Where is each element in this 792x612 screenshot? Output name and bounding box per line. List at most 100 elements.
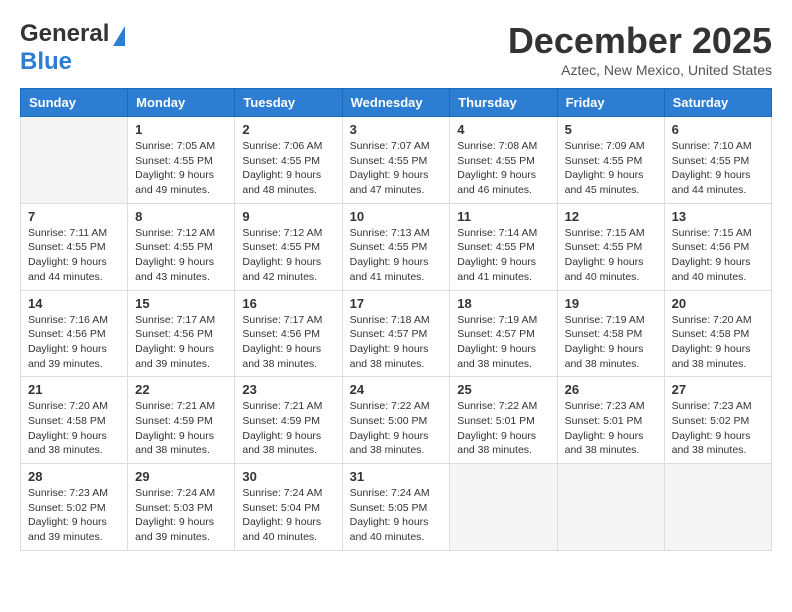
weekday-header-row: Sunday Monday Tuesday Wednesday Thursday… [21,89,772,117]
sunrise-text: Sunrise: 7:22 AM [457,400,537,412]
day-number: 8 [135,209,227,224]
calendar-cell: 21 Sunrise: 7:20 AMSunset: 4:58 PMDayligh… [21,377,128,464]
sunset-text: Sunset: 4:55 PM [28,241,106,253]
calendar-cell: 23Sunrise: 7:21 AMSunset: 4:59 PMDayligh… [235,377,342,464]
sunset-text: Sunset: 5:04 PM [242,502,320,514]
calendar-cell: 31Sunrise: 7:24 AMSunset: 5:05 PMDayligh… [342,464,450,551]
daylight-text: Daylight: 9 hours and 40 minutes. [350,516,429,543]
day-info: Sunrise: 7:21 AMSunset: 4:59 PMDaylight:… [242,399,334,458]
daylight-text: Daylight: 9 hours and 42 minutes. [242,256,321,283]
day-number: 13 [672,209,764,224]
sunrise-text: Sunrise: 7:17 AM [242,314,322,326]
calendar-cell: 6Sunrise: 7:10 AMSunset: 4:55 PMDaylight… [664,117,771,204]
daylight-text: Daylight: 9 hours and 38 minutes. [565,343,644,370]
sunrise-text: Sunrise: 7:13 AM [350,227,430,239]
sunrise-text: Sunrise: 7:09 AM [565,140,645,152]
day-info: Sunrise: 7:19 AMSunset: 4:58 PMDaylight:… [565,313,657,372]
day-info: Sunrise: 7:23 AMSunset: 5:02 PMDaylight:… [28,486,120,545]
day-number: 11 [457,209,549,224]
sunset-text: Sunset: 5:03 PM [135,502,213,514]
day-info: Sunrise: 7:23 AMSunset: 5:02 PMDaylight:… [672,399,764,458]
day-number: 5 [565,122,657,137]
calendar-cell: 8Sunrise: 7:12 AMSunset: 4:55 PMDaylight… [128,203,235,290]
month-title: December 2025 [508,20,772,62]
calendar-cell: 5Sunrise: 7:09 AMSunset: 4:55 PMDaylight… [557,117,664,204]
sunrise-text: Sunrise: 7:21 AM [242,400,322,412]
sunset-text: Sunset: 4:59 PM [242,415,320,427]
calendar-cell: 19Sunrise: 7:19 AMSunset: 4:58 PMDayligh… [557,290,664,377]
day-info: Sunrise: 7:15 AMSunset: 4:56 PMDaylight:… [672,226,764,285]
sunrise-text: Sunrise: 7:11 AM [28,227,107,239]
sunrise-text: Sunrise: 7:24 AM [242,487,322,499]
calendar-cell: 24Sunrise: 7:22 AMSunset: 5:00 PMDayligh… [342,377,450,464]
daylight-text: Daylight: 9 hours and 38 minutes. [135,430,214,457]
calendar-table: Sunday Monday Tuesday Wednesday Thursday… [20,88,772,551]
daylight-text: Daylight: 9 hours and 39 minutes. [135,516,214,543]
day-info: Sunrise: 7:05 AMSunset: 4:55 PMDaylight:… [135,139,227,198]
day-info: Sunrise: 7:09 AMSunset: 4:55 PMDaylight:… [565,139,657,198]
day-number: 27 [672,382,764,397]
sunset-text: Sunset: 4:55 PM [242,155,320,167]
daylight-text: Daylight: 9 hours and 39 minutes. [28,343,107,370]
sunset-text: Sunset: 4:55 PM [135,241,213,253]
daylight-text: Daylight: 9 hours and 40 minutes. [672,256,751,283]
day-number: 21 [28,382,120,397]
daylight-text: Daylight: 9 hours and 38 minutes. [457,343,536,370]
day-info: Sunrise: 7:23 AMSunset: 5:01 PMDaylight:… [565,399,657,458]
sunrise-text: Sunrise: 7:12 AM [242,227,322,239]
header-sunday: Sunday [21,89,128,117]
calendar-cell: 14Sunrise: 7:16 AMSunset: 4:56 PMDayligh… [21,290,128,377]
sunrise-text: Sunrise: 7:24 AM [350,487,430,499]
sunrise-text: Sunrise: 7:05 AM [135,140,215,152]
calendar-cell: 20Sunrise: 7:20 AMSunset: 4:58 PMDayligh… [664,290,771,377]
sunrise-text: Sunrise: 7:23 AM [565,400,645,412]
logo-blue-text: Blue [20,48,72,76]
sunrise-text: Sunrise: 7:19 AM [565,314,645,326]
day-info: Sunrise: 7:22 AMSunset: 5:01 PMDaylight:… [457,399,549,458]
sunset-text: Sunset: 5:02 PM [28,502,106,514]
calendar-cell: 28Sunrise: 7:23 AMSunset: 5:02 PMDayligh… [21,464,128,551]
sunset-text: Sunset: 4:55 PM [565,155,643,167]
day-number: 22 [135,382,227,397]
day-info: Sunrise: 7:16 AMSunset: 4:56 PMDaylight:… [28,313,120,372]
daylight-text: Daylight: 9 hours and 44 minutes. [28,256,107,283]
day-number: 30 [242,469,334,484]
sunset-text: Sunset: 4:56 PM [672,241,750,253]
day-number: 9 [242,209,334,224]
sunset-text: Sunset: 5:01 PM [457,415,535,427]
day-info: Sunrise: 7:17 AMSunset: 4:56 PMDaylight:… [242,313,334,372]
sunset-text: Sunset: 5:01 PM [565,415,643,427]
calendar-cell: 10Sunrise: 7:13 AMSunset: 4:55 PMDayligh… [342,203,450,290]
day-info: Sunrise: 7:15 AMSunset: 4:55 PMDaylight:… [565,226,657,285]
day-info: Sunrise: 7:14 AMSunset: 4:55 PMDaylight:… [457,226,549,285]
sunset-text: Sunset: 4:55 PM [135,155,213,167]
day-info: Sunrise: 7:12 AMSunset: 4:55 PMDaylight:… [242,226,334,285]
day-info: Sunrise: 7:22 AMSunset: 5:00 PMDaylight:… [350,399,443,458]
sunrise-text: Sunrise: 7:18 AM [350,314,430,326]
sunset-text: Sunset: 4:55 PM [672,155,750,167]
sunset-text: Sunset: 4:57 PM [350,328,428,340]
header-monday: Monday [128,89,235,117]
day-info: Sunrise: 7:10 AMSunset: 4:55 PMDaylight:… [672,139,764,198]
sunrise-text: Sunrise: 7:15 AM [565,227,645,239]
sunset-text: Sunset: 4:55 PM [457,155,535,167]
sunrise-text: Sunrise: 7:20 AM [672,314,752,326]
daylight-text: Daylight: 9 hours and 39 minutes. [135,343,214,370]
day-info: Sunrise: 7:07 AMSunset: 4:55 PMDaylight:… [350,139,443,198]
daylight-text: Daylight: 9 hours and 40 minutes. [242,516,321,543]
sunrise-text: Sunrise: 7:10 AM [672,140,752,152]
sunrise-text: Sunrise: 7:06 AM [242,140,322,152]
day-info: Sunrise: 7:20 AMSunset: 4:58 PMDaylight:… [28,399,120,458]
calendar-week-row: 1Sunrise: 7:05 AMSunset: 4:55 PMDaylight… [21,117,772,204]
day-info: Sunrise: 7:11 AM Sunset: 4:55 PM Daylight:… [28,226,120,285]
calendar-week-row: 21 Sunrise: 7:20 AMSunset: 4:58 PMDayligh… [21,377,772,464]
day-number: 16 [242,296,334,311]
calendar-week-row: 7Sunrise: 7:11 AMSunset: 4:55 PMDaylight… [21,203,772,290]
sunrise-text: Sunrise: 7:17 AM [135,314,215,326]
calendar-cell: 7Sunrise: 7:11 AMSunset: 4:55 PMDaylight… [21,203,128,290]
sunset-text: Sunset: 4:55 PM [565,241,643,253]
day-number: 6 [672,122,764,137]
day-info: Sunrise: 7:13 AMSunset: 4:55 PMDaylight:… [350,226,443,285]
day-number: 2 [242,122,334,137]
calendar-cell: 26Sunrise: 7:23 AMSunset: 5:01 PMDayligh… [557,377,664,464]
